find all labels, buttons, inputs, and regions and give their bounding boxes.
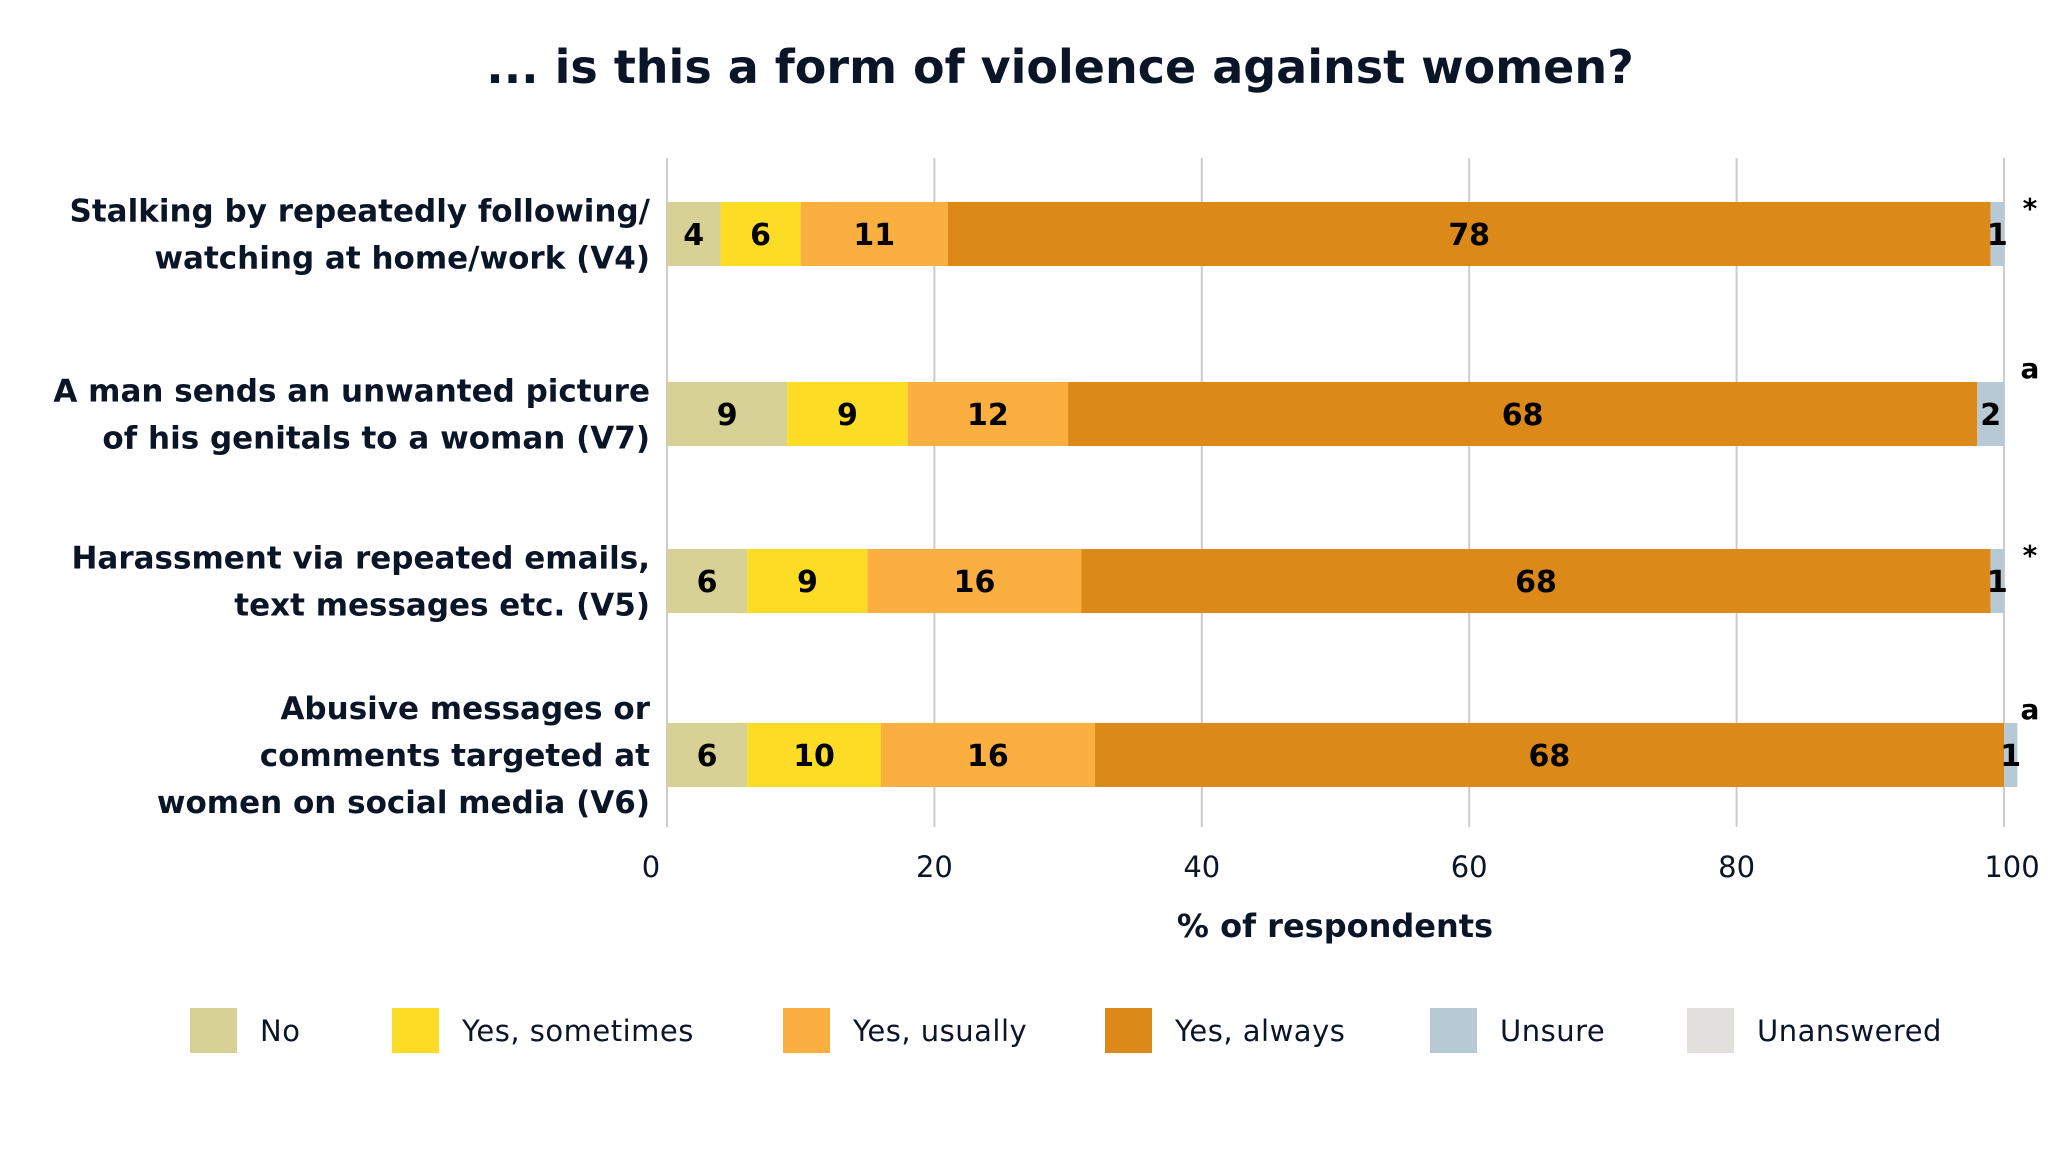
bar-value-label: 9 [797,565,818,600]
legend-item: Yes, usually [783,1008,1027,1053]
bar-value-label: 68 [1502,398,1544,433]
x-axis-ticks: 0 20 40 60 80 100 [642,850,2040,884]
bar-value-label: 9 [717,398,738,433]
bar-row: 6 9 16 68 1 * [667,539,2038,613]
bar-value-label: 1 [1987,218,2008,253]
legend-swatch [190,1008,237,1053]
bar-value-label: 9 [837,398,858,433]
stacked-bar-chart: ... is this a form of violence against w… [53,40,2040,1053]
significance-note: a [2021,352,2040,385]
x-tick-label: 80 [1718,850,1755,884]
legend-item: Unanswered [1687,1008,1942,1053]
legend-swatch [1687,1008,1734,1053]
bar-row: 6 10 16 68 1a [667,693,2039,787]
category-label-line: Stalking by repeatedly following/ [70,194,651,230]
category-label: A man sends an unwanted picture of his ge… [53,374,650,457]
bar-value-label: 68 [1515,565,1557,600]
x-tick-label: 40 [1183,850,1220,884]
x-tick-label: 100 [1984,850,2039,884]
category-label-line: Harassment via repeated emails, [71,541,650,577]
legend-swatch [392,1008,439,1053]
category-label: Stalking by repeatedly following/watchin… [70,194,651,277]
legend-item: No [190,1008,300,1053]
legend-swatch [783,1008,830,1053]
legend: No Yes, sometimes Yes, usually Yes, always U… [190,1008,1942,1053]
bar-value-label: 1 [1987,565,2008,600]
bar-value-label: 6 [750,218,771,253]
legend-swatch [1430,1008,1477,1053]
category-label-line: text messages etc. (V5) [234,588,650,624]
x-tick-label: 20 [916,850,953,884]
category-label-line: A man sends an unwanted picture [53,374,650,410]
category-label: Harassment via repeated emails, text mess… [71,541,650,624]
legend-item: Unsure [1430,1008,1605,1053]
category-label: Abusive messages or comments targeted at w… [157,691,651,821]
x-tick-label: 0 [642,850,660,884]
bar-value-label: 68 [1529,739,1571,774]
significance-note: a [2021,693,2040,726]
legend-swatch [1105,1008,1152,1053]
bar-value-label: 10 [793,739,835,774]
bar-value-label: 78 [1448,218,1490,253]
legend-item: Yes, sometimes [392,1008,694,1053]
bars: 4 6 11 78 1*9 9 12 68 2a6 9 16 68 1*6 10 16 68 1a [667,192,2039,787]
legend-label: Yes, always [1174,1014,1345,1048]
legend-label: Unanswered [1757,1014,1942,1048]
bar-value-label: 6 [697,565,718,600]
bar-value-label: 11 [853,218,895,253]
category-label-line: of his genitals to a woman (V7) [102,421,650,457]
category-label-line: Abusive messages or [280,691,650,727]
legend-item: Yes, always [1105,1008,1345,1053]
legend-label: Yes, sometimes [461,1014,694,1048]
category-label-line: comments targeted at [260,738,650,774]
bar-value-label: 2 [1980,398,2001,433]
x-axis-label: % of respondents [1177,907,1493,945]
bar-value-label: 6 [697,739,718,774]
bar-value-label: 16 [954,565,996,600]
chart-title: ... is this a form of violence against w… [486,40,1634,94]
bar-row: 9 9 12 68 2a [667,352,2039,446]
legend-label: No [260,1014,300,1048]
category-labels: Stalking by repeatedly following/watchin… [53,194,650,822]
bar-value-label: 4 [683,218,704,253]
category-label-line: women on social media (V6) [157,785,650,821]
significance-note: * [2023,539,2038,572]
bar-row: 4 6 11 78 1 * [667,192,2038,266]
bar-value-label: 12 [967,398,1009,433]
legend-label: Yes, usually [852,1014,1027,1048]
x-tick-label: 60 [1451,850,1488,884]
legend-label: Unsure [1500,1014,1605,1048]
bar-value-label: 16 [967,739,1009,774]
bar-value-label: 1 [2000,739,2021,774]
category-label-line: watching at home/work (V4) [154,241,650,277]
significance-note: * [2023,192,2038,225]
